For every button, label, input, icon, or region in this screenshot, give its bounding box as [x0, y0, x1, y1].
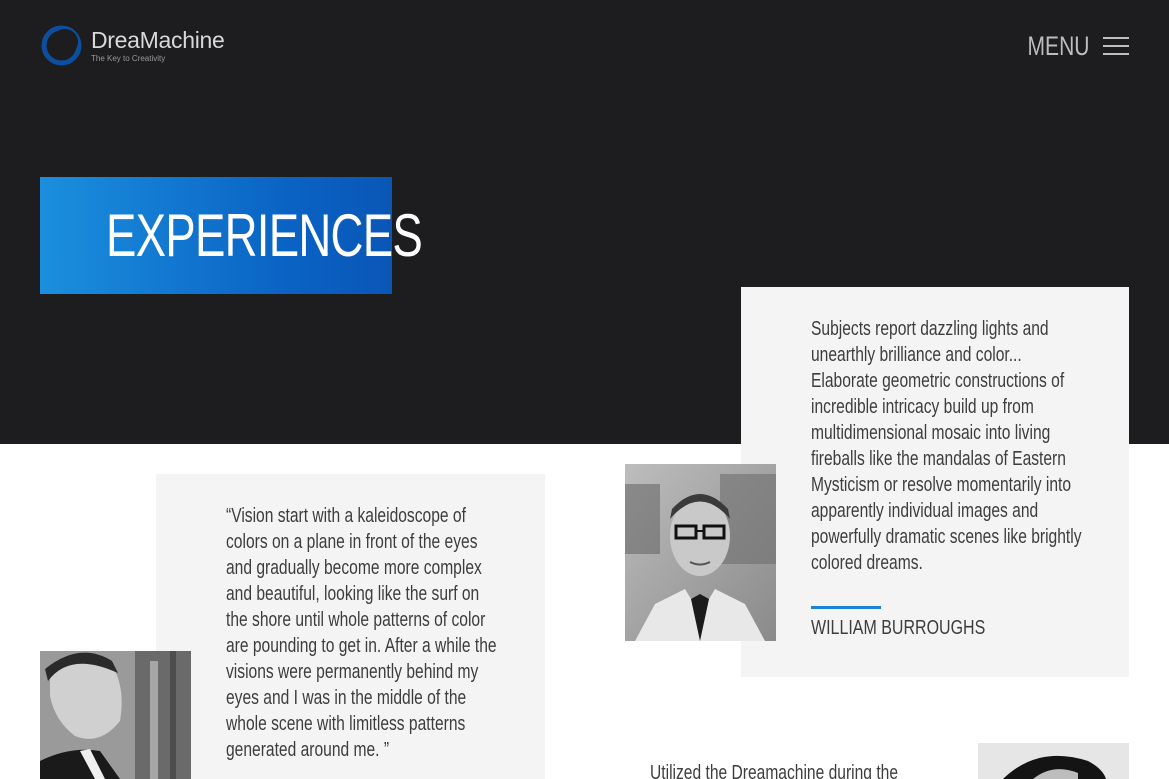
hamburger-icon[interactable] [1103, 35, 1129, 57]
author-accent-line [811, 606, 881, 609]
logo-circle-icon [40, 24, 83, 67]
portrait-photo-left [40, 651, 191, 779]
testimonial-card-burroughs: Subjects report dazzling lights and unea… [741, 287, 1129, 677]
testimonial-card-left: “Vision start with a kaleidoscope of col… [156, 474, 545, 779]
logo-tagline: The Key to Creativity [91, 53, 166, 63]
bottom-testimonial-snippet: Utilized the Dreamachine during the [650, 762, 899, 779]
page-title-banner: EXPERIENCES [40, 177, 423, 294]
menu-button[interactable]: MENU [1010, 30, 1129, 62]
portrait-photo-burroughs [625, 464, 776, 641]
testimonial-author: WILLIAM BURROUGHS [811, 617, 986, 639]
testimonial-quote: “Vision start with a kaleidoscope of col… [226, 505, 497, 761]
page-title: EXPERIENCES [106, 202, 423, 269]
testimonial-quote: Subjects report dazzling lights and unea… [811, 318, 1082, 574]
menu-label: MENU [1026, 31, 1089, 61]
site-logo[interactable]: DreaMachine The Key to Creativity [40, 24, 225, 67]
logo-name: DreaMachine [91, 26, 225, 53]
portrait-photo-bottom [978, 743, 1129, 779]
